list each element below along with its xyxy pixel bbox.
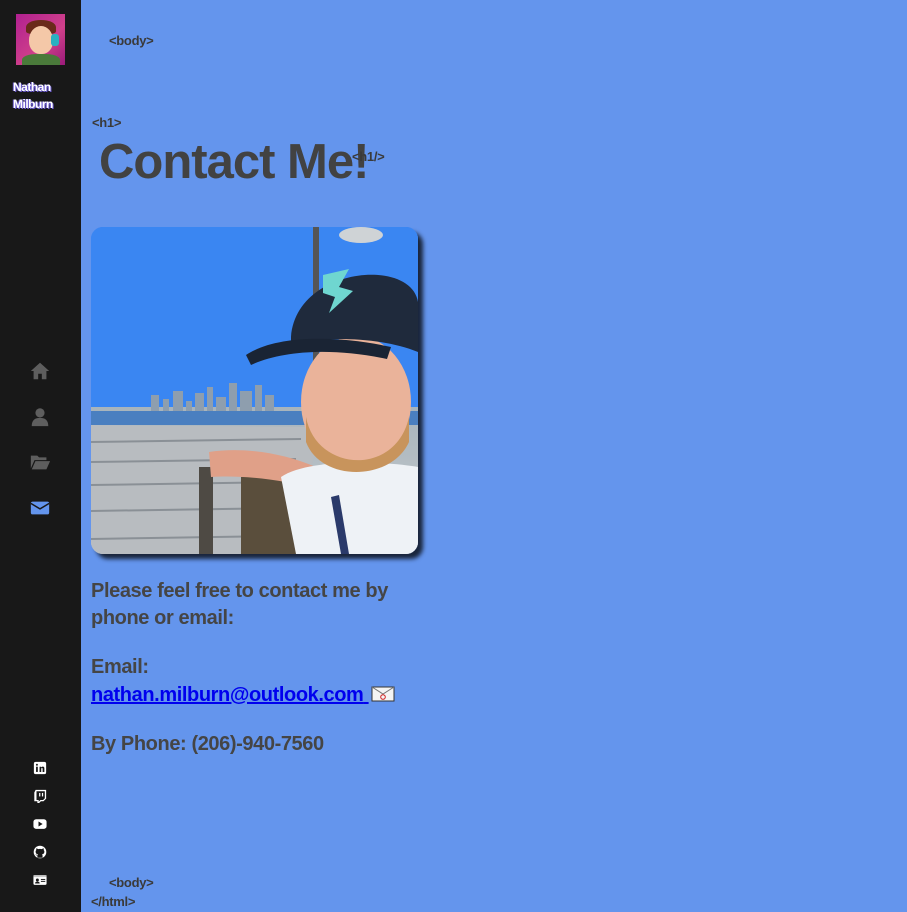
envelope-emoji-icon xyxy=(371,686,395,702)
h1-close-tag: <h1/> xyxy=(352,149,385,164)
avatar[interactable] xyxy=(16,14,65,65)
id-card-icon[interactable] xyxy=(33,873,47,887)
brand-name[interactable]: Nathan Milburn xyxy=(13,79,73,113)
github-icon[interactable] xyxy=(33,845,47,859)
email-link[interactable]: nathan.milburn@outlook.com xyxy=(91,682,395,709)
body-close-tag: <body> xyxy=(109,875,154,890)
youtube-icon[interactable] xyxy=(33,817,47,831)
profile-photo xyxy=(91,227,418,554)
email-address: nathan.milburn@outlook.com xyxy=(91,684,364,706)
avatar-shirt xyxy=(22,54,60,65)
user-icon[interactable] xyxy=(29,406,51,428)
linkedin-icon[interactable] xyxy=(33,761,47,775)
avatar-face xyxy=(29,26,53,54)
home-icon[interactable] xyxy=(29,360,51,382)
h1-open-tag: <h1> xyxy=(92,115,122,130)
avatar-headset xyxy=(51,34,59,46)
envelope-icon[interactable] xyxy=(29,497,51,519)
twitch-icon[interactable] xyxy=(33,789,47,803)
page-title: Contact Me! xyxy=(99,135,369,189)
folder-open-icon[interactable] xyxy=(29,451,51,473)
body-open-tag: <body> xyxy=(109,33,154,48)
html-close-tag: </html> xyxy=(91,894,136,909)
sidebar: Nathan Milburn xyxy=(0,0,81,912)
email-label: Email: xyxy=(91,656,149,678)
contact-intro: Please feel free to contact me by phone … xyxy=(91,580,388,629)
phone-text: By Phone: (206)-940-7560 xyxy=(91,733,324,755)
